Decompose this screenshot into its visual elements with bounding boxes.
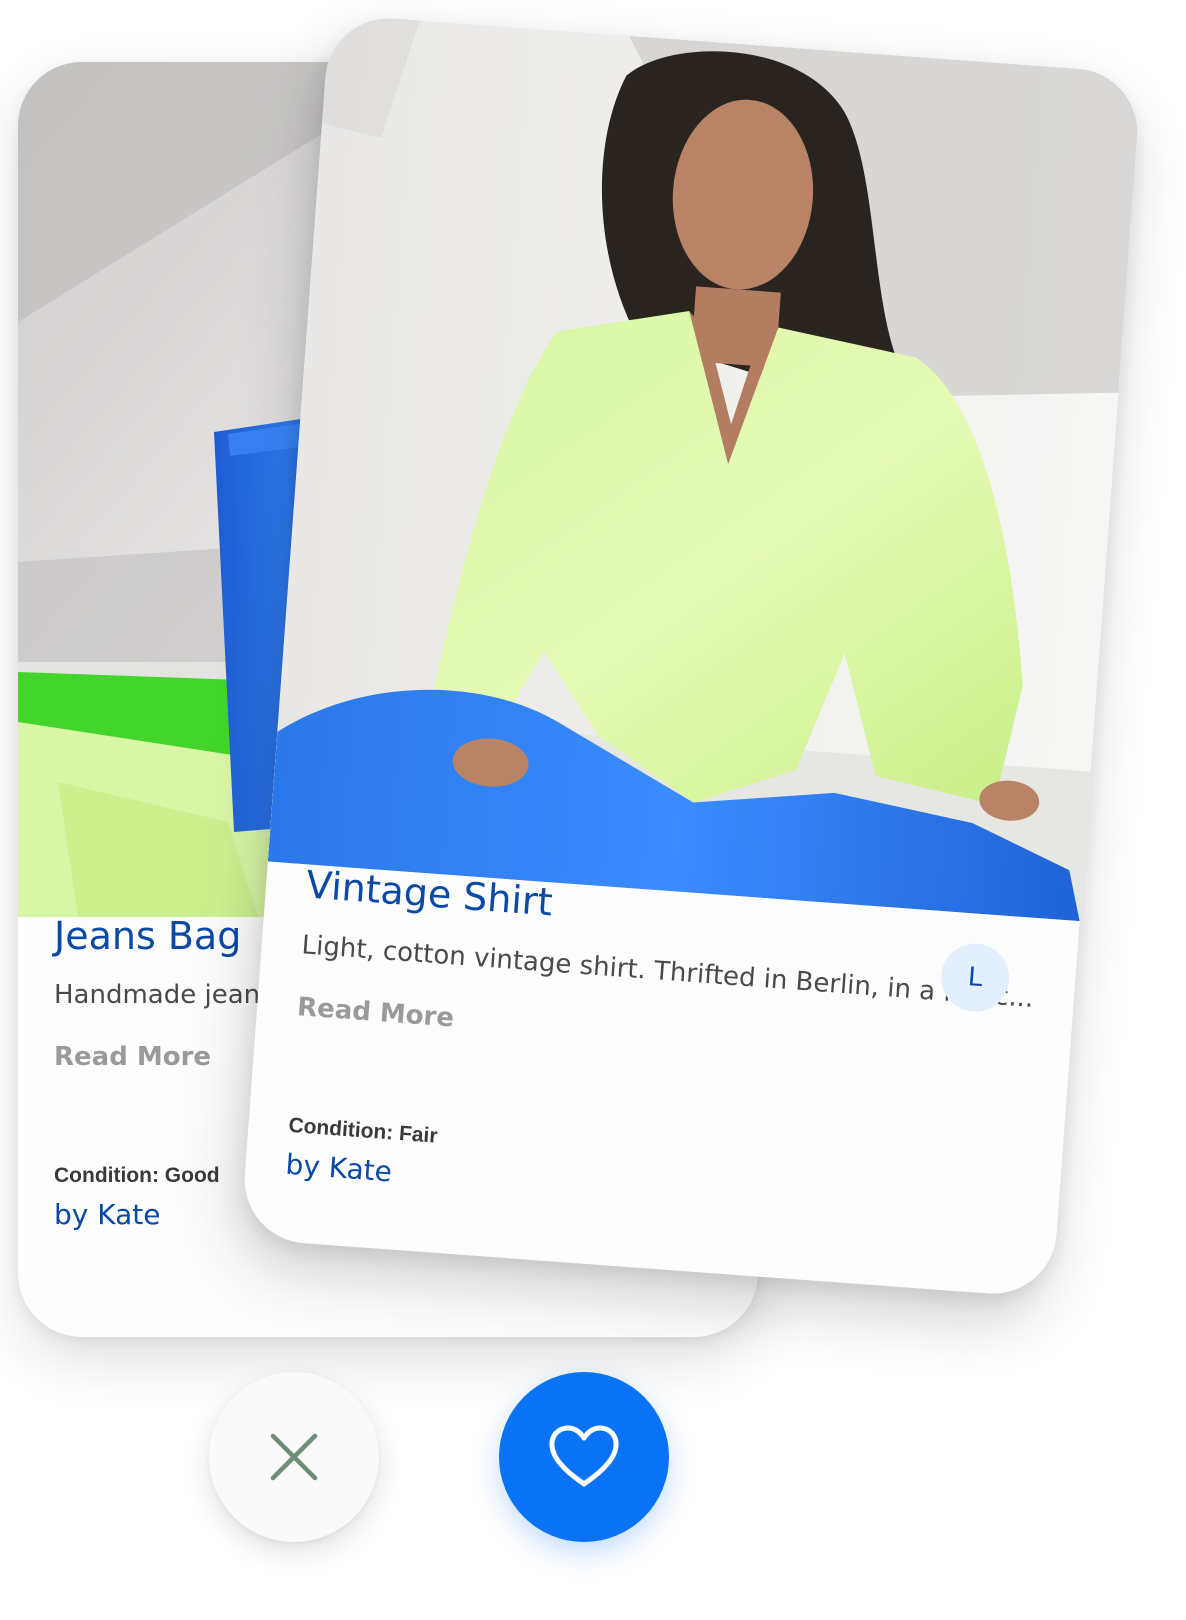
product-card-vintage-shirt[interactable]: Vintage Shirt Light, cotton vintage shir… xyxy=(240,13,1142,1299)
heart-icon xyxy=(547,1424,621,1490)
seller-link[interactable]: by Kate xyxy=(54,1198,160,1231)
like-button[interactable] xyxy=(499,1372,669,1542)
read-more-link[interactable]: Read More xyxy=(54,1042,211,1072)
close-icon xyxy=(268,1431,320,1483)
product-photo-vintage-shirt xyxy=(267,13,1142,922)
read-more-link[interactable]: Read More xyxy=(296,992,455,1033)
swipe-stage: Jeans Bag Handmade jeans bag Read More C… xyxy=(0,0,1186,1620)
condition-label: Condition: Fair xyxy=(287,1113,439,1148)
dislike-button[interactable] xyxy=(209,1372,379,1542)
condition-label: Condition: Good xyxy=(54,1164,220,1187)
seller-link[interactable]: by Kate xyxy=(284,1148,393,1189)
product-title: Jeans Bag xyxy=(54,914,242,958)
